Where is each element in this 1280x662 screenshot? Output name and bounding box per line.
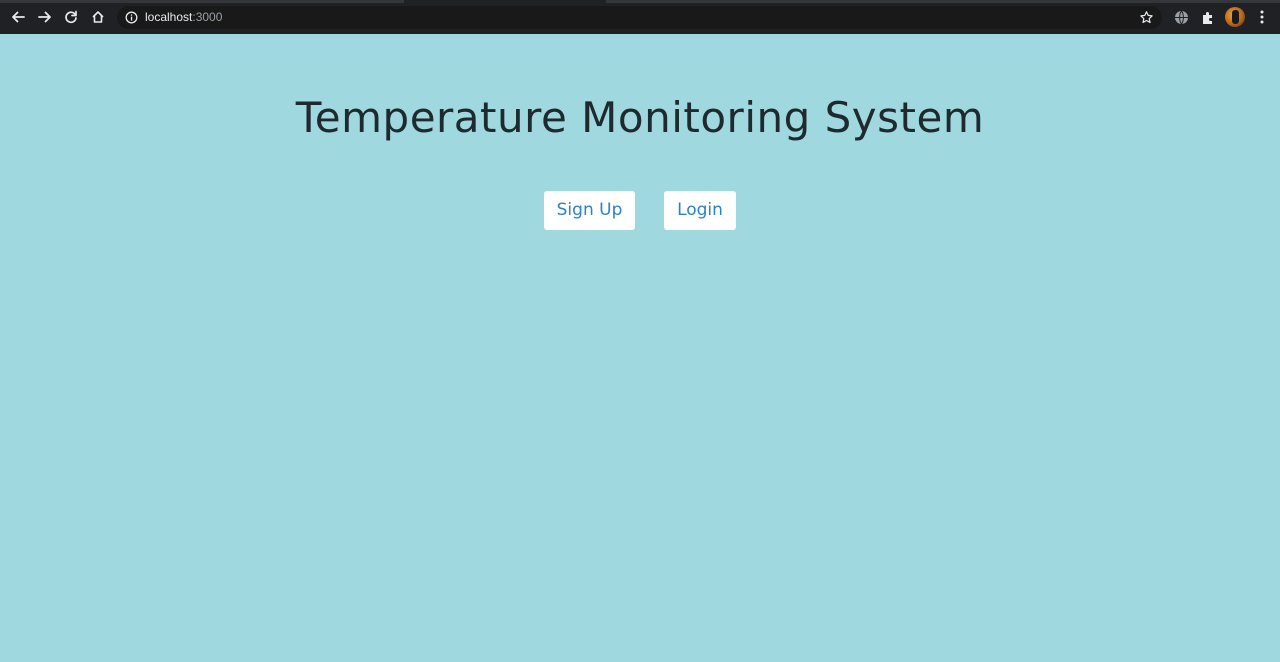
address-bar[interactable]: localhost:3000 (117, 6, 1162, 29)
sign-up-button[interactable]: Sign Up (544, 191, 635, 230)
back-arrow-icon[interactable] (9, 8, 27, 26)
site-info-icon[interactable] (125, 11, 138, 24)
bookmark-star-icon[interactable] (1139, 10, 1154, 25)
home-icon[interactable] (89, 8, 107, 26)
url-port: :3000 (192, 10, 223, 24)
globe-icon[interactable] (1173, 9, 1189, 25)
profile-avatar[interactable] (1225, 7, 1245, 27)
active-tab[interactable] (404, 0, 606, 3)
reload-icon[interactable] (62, 8, 80, 26)
url-text: localhost:3000 (145, 10, 222, 25)
url-host: localhost (145, 10, 193, 24)
avatar-figure (1232, 10, 1239, 24)
page-title: Temperature Monitoring System (295, 93, 985, 142)
page-content: Temperature Monitoring System Sign Up Lo… (0, 34, 1280, 662)
browser-toolbar: localhost:3000 (0, 0, 1280, 34)
forward-arrow-icon[interactable] (36, 8, 54, 26)
extensions-puzzle-icon[interactable] (1200, 9, 1216, 25)
login-button[interactable]: Login (664, 191, 736, 230)
tab-strip (0, 0, 1280, 3)
kebab-menu-icon[interactable] (1254, 9, 1270, 25)
